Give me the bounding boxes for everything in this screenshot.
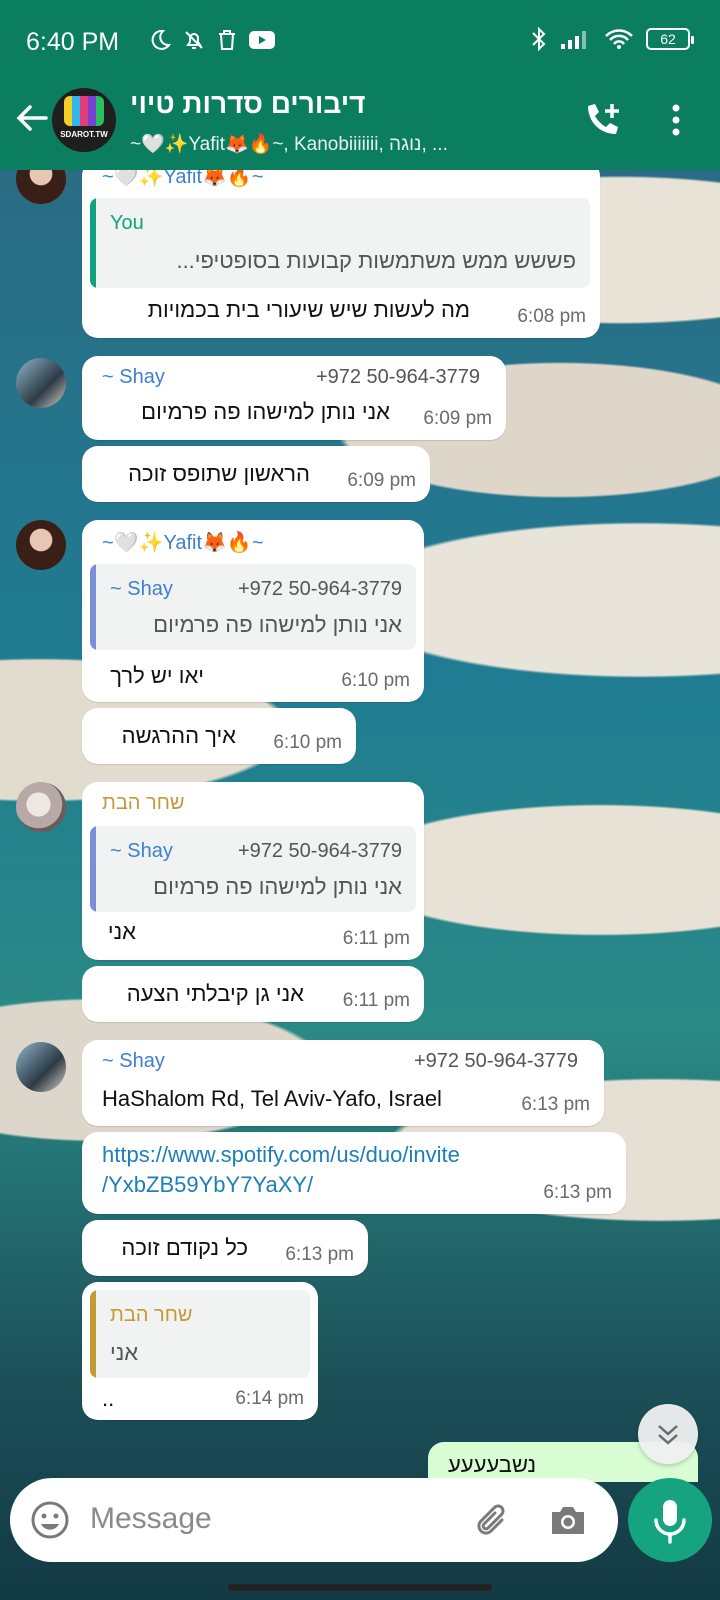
group-avatar-label: SDAROT.TW — [60, 130, 108, 139]
wifi-icon — [605, 29, 633, 49]
quote-text: אני נותן למישהו פה פרמיום — [153, 612, 402, 637]
voice-record-button[interactable] — [628, 1478, 712, 1562]
message-sender[interactable]: ~ Shay — [102, 1050, 165, 1073]
group-members[interactable]: ~🤍✨Yafit🦊🔥~, Kanobiiiiiii, נוגה, ... — [130, 132, 560, 156]
message-input[interactable]: Message — [90, 1502, 212, 1536]
home-indicator — [228, 1584, 492, 1591]
double-chevron-down-icon — [658, 1425, 678, 1445]
bluetooth-icon — [532, 26, 546, 52]
quote-sender: ~ Shay — [110, 840, 173, 862]
sender-phone: +972 50-964-3779 — [315, 366, 480, 388]
message-sender[interactable]: שחר הבת — [102, 792, 184, 815]
message-time: 6:10 pm — [341, 670, 410, 691]
microphone-icon — [654, 1500, 686, 1544]
quote-text: פששש ממש משתמשות קבועות בסופטיפי... — [176, 248, 576, 273]
message-text: אני נותן למישהו פה פרמיום — [141, 399, 390, 424]
message-sender[interactable]: ~🤍✨Yafit🦊🔥~ — [102, 530, 264, 555]
message-composer[interactable]: Message — [10, 1478, 618, 1562]
avatar[interactable] — [16, 782, 66, 832]
avatar[interactable] — [16, 520, 66, 570]
message-bubble[interactable]: ~🤍✨Yafit🦊🔥~ You פששש ממש משתמשות קבועות … — [82, 160, 600, 338]
message-text: אני גן קיבלתי הצעה — [126, 981, 304, 1006]
status-icons-left — [148, 28, 276, 52]
sender-phone: +972 50-964-3779 — [413, 1050, 578, 1072]
trash-icon — [219, 30, 235, 50]
scroll-to-bottom-button[interactable] — [638, 1404, 698, 1464]
emoji-icon[interactable] — [28, 1498, 72, 1542]
quote-phone: +972 50-964-3779 — [237, 840, 402, 862]
message-text: איך ההרגשה — [121, 723, 236, 748]
status-icons-right: 62 — [530, 26, 694, 52]
message-time: 6:13 pm — [543, 1182, 612, 1203]
avatar[interactable] — [16, 358, 66, 408]
message-bubble[interactable]: ~🤍✨Yafit🦊🔥~ ~ Shay +972 50-964-3779 אני … — [82, 520, 424, 702]
message-text: הראשון שתופס זוכה — [128, 461, 310, 486]
message-time: 6:09 pm — [347, 470, 416, 491]
message-time: 6:13 pm — [285, 1244, 354, 1265]
message-time: 6:13 pm — [521, 1094, 590, 1115]
message-bubble[interactable]: ~ Shay +972 50-964-3779 אני נותן למישהו … — [82, 356, 506, 440]
chat-header: 6:40 PM 62 SDAROT.TW דיבורים סדרות טיוי … — [0, 0, 720, 170]
group-title[interactable]: דיבורים סדרות טיוי — [130, 88, 560, 120]
message-time: 6:08 pm — [517, 306, 586, 327]
more-options-icon[interactable] — [664, 98, 688, 142]
message-time: 6:11 pm — [342, 990, 410, 1011]
quoted-message[interactable]: ~ Shay +972 50-964-3779 אני נותן למישהו … — [90, 564, 416, 650]
message-bubble[interactable]: כל נקודם זוכה 6:13 pm — [82, 1220, 368, 1276]
quote-sender: ~ Shay — [110, 578, 173, 600]
quoted-message[interactable]: You פששש ממש משתמשות קבועות בסופטיפי... — [90, 198, 590, 288]
status-bar: 6:40 PM 62 — [0, 0, 720, 86]
quote-text: אני — [110, 1340, 139, 1365]
location-text[interactable]: HaShalom Rd, Tel Aviv-Yafo, Israel — [102, 1086, 442, 1112]
message-bubble[interactable]: https://www.spotify.com/us/duo/invite /Y… — [82, 1132, 626, 1214]
battery-indicator: 62 — [646, 28, 694, 50]
quoted-message[interactable]: ~ Shay +972 50-964-3779 אני נותן למישהו … — [90, 826, 416, 912]
add-call-icon[interactable] — [580, 98, 624, 142]
group-avatar[interactable]: SDAROT.TW — [52, 88, 116, 152]
youtube-icon — [249, 31, 275, 49]
message-time: 6:11 pm — [342, 928, 410, 949]
message-time: 6:14 pm — [235, 1388, 304, 1409]
status-time: 6:40 PM — [26, 28, 120, 56]
notifications-off-icon — [185, 31, 203, 49]
message-sender[interactable]: ~ Shay — [102, 366, 165, 389]
quote-text: אני נותן למישהו פה פרמיום — [153, 874, 402, 899]
quoted-message[interactable]: שחר הבת אני — [90, 1290, 310, 1378]
avatar[interactable] — [16, 1042, 66, 1092]
message-text: מה לעשות שיש שיעורי בית בכמויות — [147, 297, 470, 322]
message-time: 6:10 pm — [273, 732, 342, 753]
attach-icon[interactable] — [472, 1498, 516, 1542]
tv-logo-icon — [64, 96, 104, 126]
quote-sender: שחר הבת — [110, 1304, 193, 1326]
quote-phone: +972 50-964-3779 — [237, 578, 402, 600]
message-text: כל נקודם זוכה — [121, 1235, 248, 1260]
message-bubble[interactable]: שחר הבת אני .. 6:14 pm — [82, 1282, 318, 1420]
signal-icon — [561, 31, 586, 49]
message-bubble[interactable]: שחר הבת ~ Shay +972 50-964-3779 אני נותן… — [82, 782, 424, 960]
message-bubble[interactable]: אני גן קיבלתי הצעה 6:11 pm — [82, 966, 424, 1022]
message-time: 6:09 pm — [423, 408, 492, 429]
camera-icon[interactable] — [546, 1498, 590, 1542]
message-text: אני — [107, 919, 136, 944]
quote-sender: You — [110, 212, 144, 234]
message-text: .. — [102, 1386, 115, 1411]
back-arrow-icon[interactable] — [12, 98, 52, 138]
message-bubble[interactable]: ~ Shay +972 50-964-3779 HaShalom Rd, Tel… — [82, 1040, 604, 1126]
message-text: יאו יש לרך — [110, 663, 204, 688]
message-bubble[interactable]: איך ההרגשה 6:10 pm — [82, 708, 356, 764]
moon-icon — [151, 29, 172, 50]
spotify-link[interactable]: https://www.spotify.com/us/duo/invite /Y… — [102, 1140, 460, 1200]
message-bubble[interactable]: הראשון שתופס זוכה 6:09 pm — [82, 446, 430, 502]
